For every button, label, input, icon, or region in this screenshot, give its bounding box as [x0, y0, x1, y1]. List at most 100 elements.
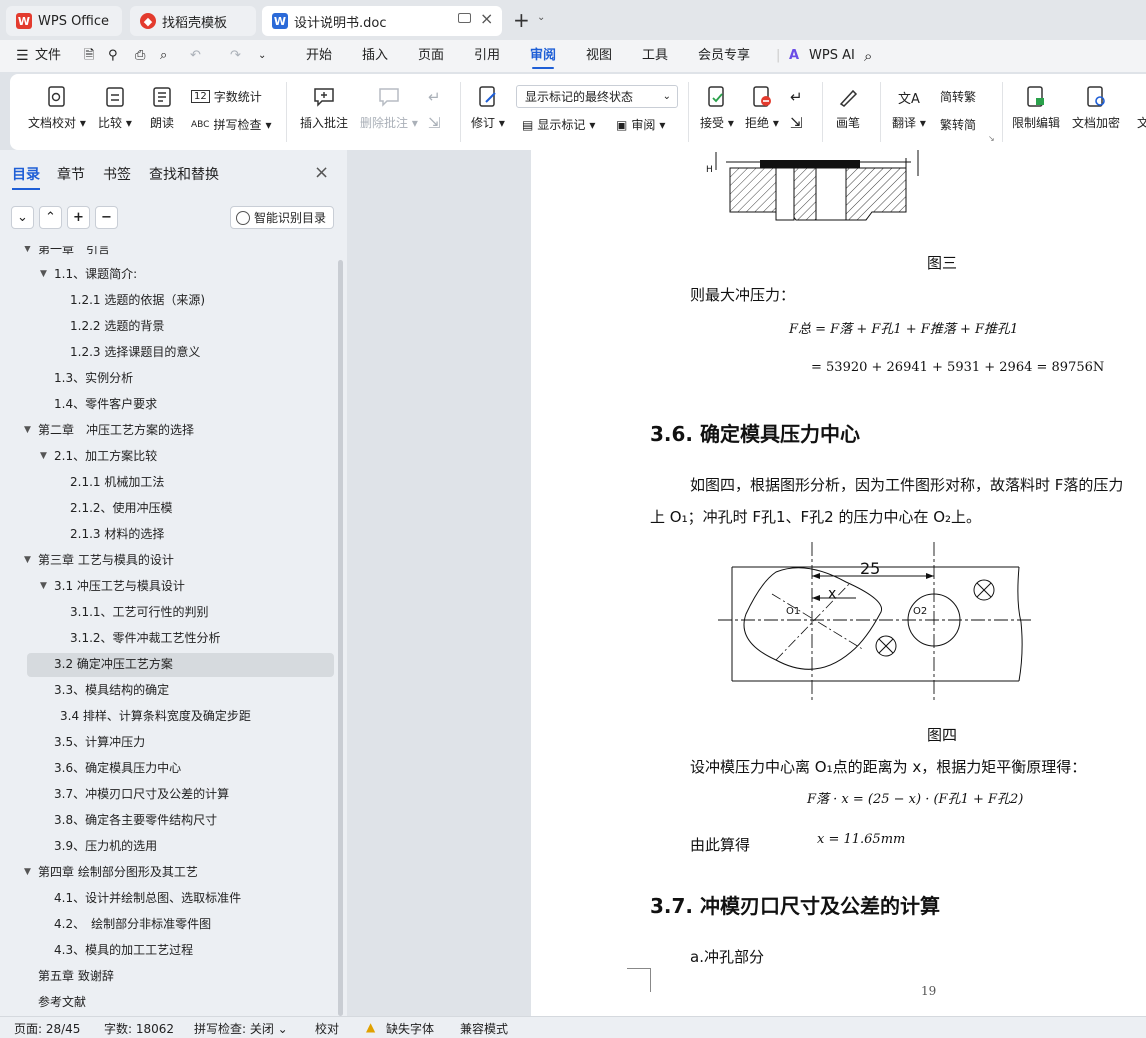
toc-item[interactable]: 参考文献 — [38, 991, 86, 1013]
word-count-button[interactable]: 12 字数统计 — [191, 88, 262, 105]
result-label: 由此算得 — [690, 836, 751, 854]
undo-icon[interactable]: ↶ — [190, 40, 201, 72]
toc-item[interactable]: ▼ 第三章 工艺与模具的设计 — [22, 549, 174, 571]
dialog-launcher-icon[interactable]: ↘ — [988, 134, 995, 143]
toc-item[interactable]: 1.3、实例分析 — [54, 367, 133, 389]
toc-item[interactable]: ▼ 2.1、加工方案比较 — [38, 445, 157, 467]
document-page[interactable]: H 图三 则最大冲压力： F总 = F落 + F孔1 + F推落 + F推孔1 … — [531, 150, 1146, 1016]
review-pane-button[interactable]: ▣ 审阅 ▾ — [616, 116, 665, 133]
close-pane-icon[interactable]: × — [314, 162, 329, 183]
accept-button[interactable]: 接受 ▾ — [700, 86, 734, 131]
toc-item[interactable]: 3.1.2、零件冲裁工艺性分析 — [70, 627, 221, 649]
toc-item[interactable]: 3.3、模具结构的确定 — [54, 679, 169, 701]
status-page[interactable]: 页面: 28/45 — [14, 1020, 80, 1037]
toc-item[interactable]: 1.2.2 选题的背景 — [70, 315, 164, 337]
tab-template[interactable]: ◆ 找稻壳模板 — [130, 6, 256, 36]
toc-item[interactable]: 3.7、冲模刃口尺寸及公差的计算 — [54, 783, 229, 805]
window-mode-icon[interactable] — [458, 13, 471, 23]
markup-state-select[interactable]: 显示标记的最终状态 ⌄ — [516, 85, 678, 108]
remove-level-icon[interactable]: − — [95, 206, 118, 229]
new-tab-icon[interactable]: + — [513, 8, 530, 32]
save-icon[interactable]: 🗎 — [84, 40, 94, 72]
translate-button[interactable]: 文A 翻译 ▾ — [892, 86, 926, 131]
toc-item[interactable]: ▼ 第四章 绘制部分图形及其工艺 — [22, 861, 198, 883]
toc-item[interactable]: 2.1.2、使用冲压模 — [70, 497, 173, 519]
toc-item[interactable]: ▼ 3.1 冲压工艺与模具设计 — [38, 575, 185, 597]
toc-item-selected[interactable]: 3.2 确定冲压工艺方案 — [54, 653, 173, 675]
toc-item[interactable]: 3.5、计算冲压力 — [54, 731, 145, 753]
quick-access-more-icon[interactable]: ⌄ — [258, 40, 266, 72]
restrict-edit-button[interactable]: 限制编辑 — [1012, 86, 1060, 131]
pen-button[interactable]: 画笔 — [836, 86, 860, 131]
doc-encrypt-button[interactable]: 文档加密 — [1072, 86, 1120, 131]
prev-comment-icon[interactable]: ↵ — [428, 88, 441, 106]
tab-bookmarks[interactable]: 书签 — [103, 164, 131, 184]
toc-item[interactable]: 3.1.1、工艺可行性的判别 — [70, 601, 209, 623]
menu-member[interactable]: 会员专享 — [698, 40, 750, 72]
menu-reference[interactable]: 引用 — [474, 40, 500, 72]
status-word-count[interactable]: 字数: 18062 — [104, 1020, 174, 1037]
collapse-up-icon[interactable]: ⌃ — [39, 206, 62, 229]
toc-item[interactable]: 3.8、确定各主要零件结构尺寸 — [54, 809, 217, 831]
to-traditional-button[interactable]: 简转繁 — [940, 88, 976, 105]
redo-icon[interactable]: ↷ — [230, 40, 241, 72]
add-level-icon[interactable]: + — [67, 206, 90, 229]
spell-check-button[interactable]: ABC 拼写检查 ▾ — [191, 116, 272, 133]
toc-item[interactable]: 2.1.1 机械加工法 — [70, 471, 164, 493]
toc-item[interactable]: 1.2.1 选题的依据（来源) — [70, 289, 205, 311]
reject-button[interactable]: 拒绝 ▾ — [745, 86, 779, 131]
tab-document[interactable]: W 设计说明书.doc × — [262, 6, 502, 36]
delete-comment-button[interactable]: 删除批注 ▾ — [360, 86, 418, 131]
toc-item[interactable]: ▼ 第二章 冲压工艺方案的选择 — [22, 419, 194, 441]
status-missing-font[interactable]: 缺失字体 — [386, 1020, 434, 1037]
status-proof[interactable]: 校对 — [315, 1020, 339, 1037]
toc-item[interactable]: 4.1、设计并绘制总图、选取标准件 — [54, 887, 241, 909]
more-ribbon-button[interactable]: 文 — [1132, 86, 1146, 131]
to-simplified-button[interactable]: 繁转简 — [940, 116, 976, 133]
toc-item[interactable]: 1.4、零件客户要求 — [54, 393, 157, 415]
collapse-down-icon[interactable]: ⌄ — [11, 206, 34, 229]
next-comment-icon[interactable]: ⇲ — [428, 114, 441, 132]
share-icon[interactable]: ⚲ — [108, 40, 118, 72]
tab-list-chevron-icon[interactable]: ⌄ — [537, 12, 545, 23]
show-markup-button[interactable]: ▤ 显示标记 ▾ — [522, 116, 595, 133]
smart-toc-button[interactable]: 智能识别目录 — [230, 206, 334, 229]
compare-button[interactable]: 比较 ▾ — [98, 86, 132, 131]
prev-revision-icon[interactable]: ↵ — [790, 88, 803, 106]
tab-find-replace[interactable]: 查找和替换 — [149, 164, 219, 184]
menu-insert[interactable]: 插入 — [362, 40, 388, 72]
toc-item[interactable]: 3.9、压力机的选用 — [54, 835, 157, 857]
menu-file[interactable]: 文件 — [35, 40, 61, 72]
doc-check-button[interactable]: 文档校对 ▾ — [28, 86, 86, 131]
toc-item[interactable]: 4.3、模具的加工工艺过程 — [54, 939, 193, 961]
menu-page[interactable]: 页面 — [418, 40, 444, 72]
toc-item[interactable]: 4.2、 绘制部分非标准零件图 — [54, 913, 211, 935]
tab-chapters[interactable]: 章节 — [57, 164, 85, 184]
toc-item[interactable]: ▼ 1.1、课题简介: — [38, 263, 137, 285]
read-aloud-button[interactable]: 朗读 — [150, 86, 174, 131]
tab-wps-office[interactable]: W WPS Office — [6, 6, 122, 36]
toc-item[interactable]: 1.2.3 选择课题目的意义 — [70, 341, 200, 363]
revise-button[interactable]: 修订 ▾ — [471, 86, 505, 131]
toc-label: 1.1、课题简介: — [54, 267, 138, 281]
toc-scrollbar[interactable] — [338, 260, 343, 1016]
tab-toc[interactable]: 目录 — [12, 164, 40, 190]
menu-review[interactable]: 审阅 — [530, 40, 556, 72]
toc-item[interactable]: 3.6、确定模具压力中心 — [54, 757, 181, 779]
close-tab-icon[interactable]: × — [480, 9, 493, 28]
menu-wps-ai[interactable]: WPS AI — [809, 40, 855, 72]
hamburger-icon[interactable]: ☰ — [16, 40, 29, 72]
menu-home[interactable]: 开始 — [306, 40, 332, 72]
toc-label: 第三章 工艺与模具的设计 — [38, 553, 174, 567]
insert-comment-button[interactable]: 插入批注 — [300, 86, 348, 131]
toc-item[interactable]: 2.1.3 材料的选择 — [70, 523, 164, 545]
search-icon[interactable]: ⌕ — [864, 40, 872, 72]
menu-view[interactable]: 视图 — [586, 40, 612, 72]
next-revision-icon[interactable]: ⇲ — [790, 114, 803, 132]
print-preview-icon[interactable]: ⌕ — [160, 40, 167, 72]
toc-item[interactable]: 第五章 致谢辞 — [38, 965, 114, 987]
menu-tools[interactable]: 工具 — [642, 40, 668, 72]
print-icon[interactable]: ⎙ — [135, 40, 145, 72]
toc-item[interactable]: 3.4 排样、计算条料宽度及确定步距 — [60, 705, 251, 727]
status-spell-check[interactable]: 拼写检查: 关闭 ⌄ — [194, 1020, 288, 1037]
